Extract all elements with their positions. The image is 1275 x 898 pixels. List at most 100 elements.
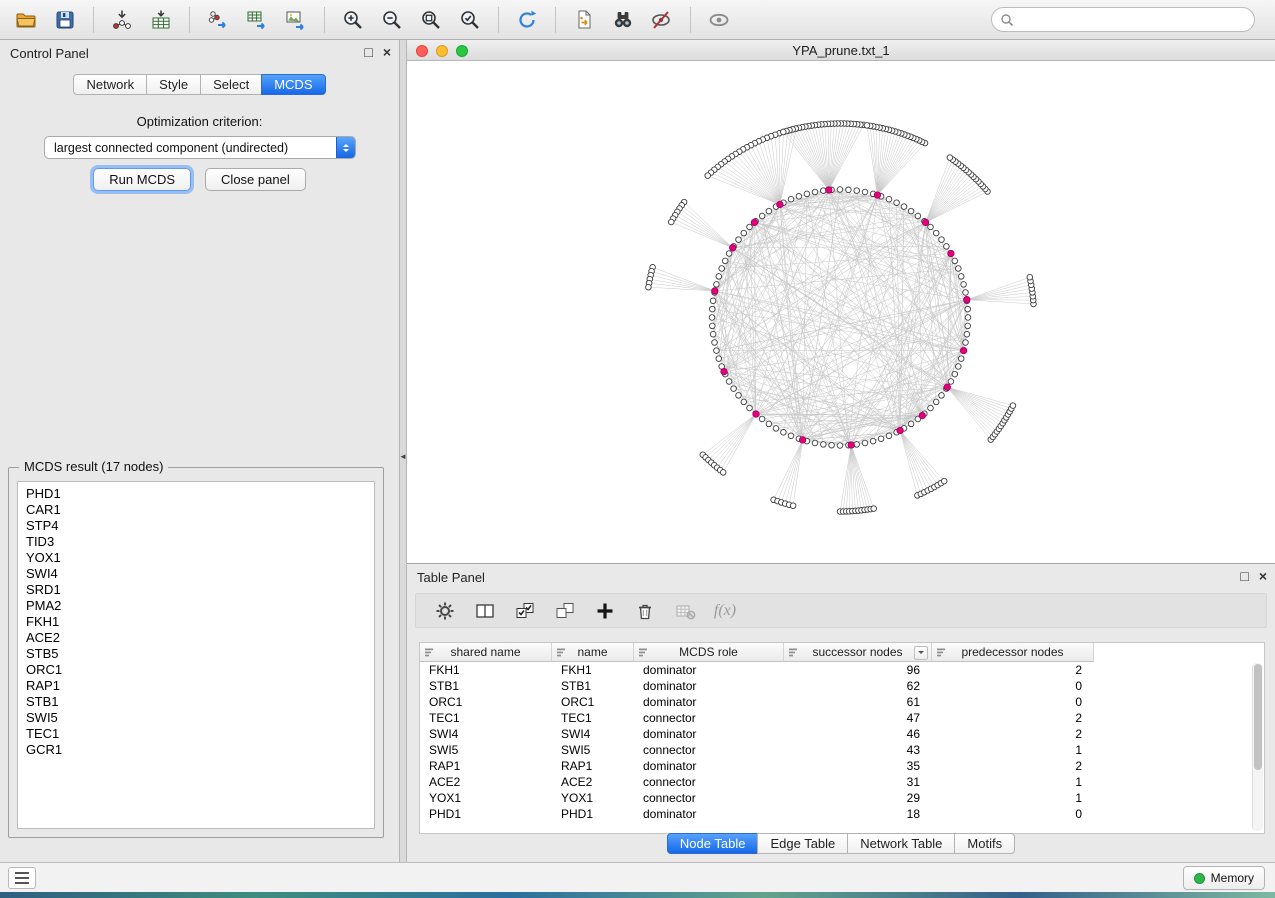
network-node[interactable] <box>741 230 747 236</box>
table-row[interactable]: RAP1RAP1dominator352 <box>420 758 1264 774</box>
network-node[interactable] <box>773 426 779 432</box>
network-node[interactable] <box>710 298 716 304</box>
table-row[interactable]: FKH1FKH1dominator962 <box>420 662 1264 678</box>
column-header-predecessor-nodes[interactable]: predecessor nodes <box>932 643 1094 662</box>
search-network-button[interactable] <box>605 4 641 36</box>
network-node[interactable] <box>709 315 715 321</box>
network-node[interactable] <box>731 386 737 392</box>
network-node[interactable] <box>963 340 969 346</box>
open-file-button[interactable] <box>8 4 44 36</box>
network-node[interactable] <box>719 266 725 272</box>
sort-dropdown-button[interactable] <box>914 646 928 660</box>
column-header-MCDS-role[interactable]: MCDS role <box>634 643 784 662</box>
network-node[interactable] <box>939 237 945 243</box>
network-titlebar[interactable]: YPA_prune.txt_1 <box>407 40 1275 61</box>
run-mcds-button[interactable]: Run MCDS <box>93 168 191 191</box>
close-panel-button[interactable]: Close panel <box>205 168 306 191</box>
network-node[interactable] <box>747 224 753 230</box>
network-node[interactable] <box>716 356 722 362</box>
mcds-result-item[interactable]: CAR1 <box>18 502 374 518</box>
zoom-selected-button[interactable] <box>452 4 488 36</box>
network-node[interactable] <box>781 430 787 436</box>
network-node[interactable] <box>862 440 868 446</box>
network-node[interactable] <box>870 438 876 444</box>
network-node[interactable] <box>837 187 843 193</box>
network-node[interactable] <box>958 274 964 280</box>
network-node[interactable] <box>705 173 711 179</box>
tab-style[interactable]: Style <box>146 74 201 95</box>
network-node[interactable] <box>710 323 716 329</box>
network-node[interactable] <box>958 356 964 362</box>
network-node[interactable] <box>948 379 954 385</box>
network-node[interactable] <box>668 219 674 225</box>
network-node[interactable] <box>862 189 868 195</box>
network-node[interactable] <box>1027 274 1033 280</box>
network-node[interactable] <box>710 306 716 312</box>
mcds-node[interactable] <box>826 187 832 193</box>
show-columns-button[interactable] <box>470 596 500 626</box>
float-panel-icon[interactable]: □ <box>364 44 372 60</box>
network-node[interactable] <box>965 306 971 312</box>
network-node[interactable] <box>781 129 787 135</box>
network-canvas[interactable] <box>407 61 1275 563</box>
network-node[interactable] <box>829 442 835 448</box>
mcds-node[interactable] <box>730 245 736 251</box>
mcds-result-item[interactable]: GCR1 <box>18 742 374 758</box>
import-table-button[interactable] <box>143 4 179 36</box>
mcds-result-item[interactable]: STP4 <box>18 518 374 534</box>
table-row[interactable]: SWI4SWI4dominator462 <box>420 726 1264 742</box>
network-node[interactable] <box>736 393 742 399</box>
mcds-result-item[interactable]: STB5 <box>18 646 374 662</box>
network-node[interactable] <box>726 251 732 257</box>
network-node[interactable] <box>714 348 720 354</box>
mcds-node[interactable] <box>753 411 759 417</box>
search-input[interactable] <box>1019 13 1246 27</box>
close-panel-icon[interactable]: × <box>1259 568 1267 584</box>
network-node[interactable] <box>712 340 718 346</box>
mcds-node[interactable] <box>960 347 966 353</box>
export-table-button[interactable] <box>239 4 275 36</box>
mcds-node[interactable] <box>944 384 950 390</box>
network-node[interactable] <box>812 189 818 195</box>
mcds-node[interactable] <box>922 219 928 225</box>
mcds-result-item[interactable]: YOX1 <box>18 550 374 566</box>
network-node[interactable] <box>886 433 892 439</box>
network-node[interactable] <box>908 208 914 214</box>
panel-splitter[interactable]: ◄ <box>400 40 407 862</box>
import-network-button[interactable] <box>104 4 140 36</box>
mcds-result-item[interactable]: TID3 <box>18 534 374 550</box>
mcds-node[interactable] <box>751 219 757 225</box>
network-node[interactable] <box>720 470 726 476</box>
network-node[interactable] <box>646 284 652 290</box>
mcds-node[interactable] <box>721 368 727 374</box>
network-node[interactable] <box>796 194 802 200</box>
zoom-in-button[interactable] <box>335 4 371 36</box>
network-node[interactable] <box>928 224 934 230</box>
network-node[interactable] <box>901 204 907 210</box>
network-node[interactable] <box>886 196 892 202</box>
network-node[interactable] <box>766 421 772 427</box>
network-node[interactable] <box>963 290 969 296</box>
export-image-button[interactable] <box>278 4 314 36</box>
show-graphics-button[interactable] <box>701 4 737 36</box>
network-node[interactable] <box>961 282 967 288</box>
network-node[interactable] <box>788 196 794 202</box>
network-node[interactable] <box>1010 403 1016 409</box>
network-node[interactable] <box>933 399 939 405</box>
tab-edge-table[interactable]: Edge Table <box>757 833 848 854</box>
network-node[interactable] <box>790 503 796 509</box>
float-panel-icon[interactable]: □ <box>1240 568 1248 584</box>
mcds-node[interactable] <box>919 412 925 418</box>
network-svg[interactable] <box>407 61 1275 563</box>
network-node[interactable] <box>837 443 843 449</box>
network-node[interactable] <box>908 421 914 427</box>
table-row[interactable]: STB1STB1dominator620 <box>420 678 1264 694</box>
table-settings-button[interactable] <box>430 596 460 626</box>
copy-network-button[interactable] <box>566 4 602 36</box>
table-row[interactable]: ORC1ORC1dominator610 <box>420 694 1264 710</box>
column-header-name[interactable]: name <box>552 643 634 662</box>
mcds-node[interactable] <box>777 201 783 207</box>
tab-network[interactable]: Network <box>73 74 147 95</box>
zoom-out-button[interactable] <box>374 4 410 36</box>
network-node[interactable] <box>964 331 970 337</box>
